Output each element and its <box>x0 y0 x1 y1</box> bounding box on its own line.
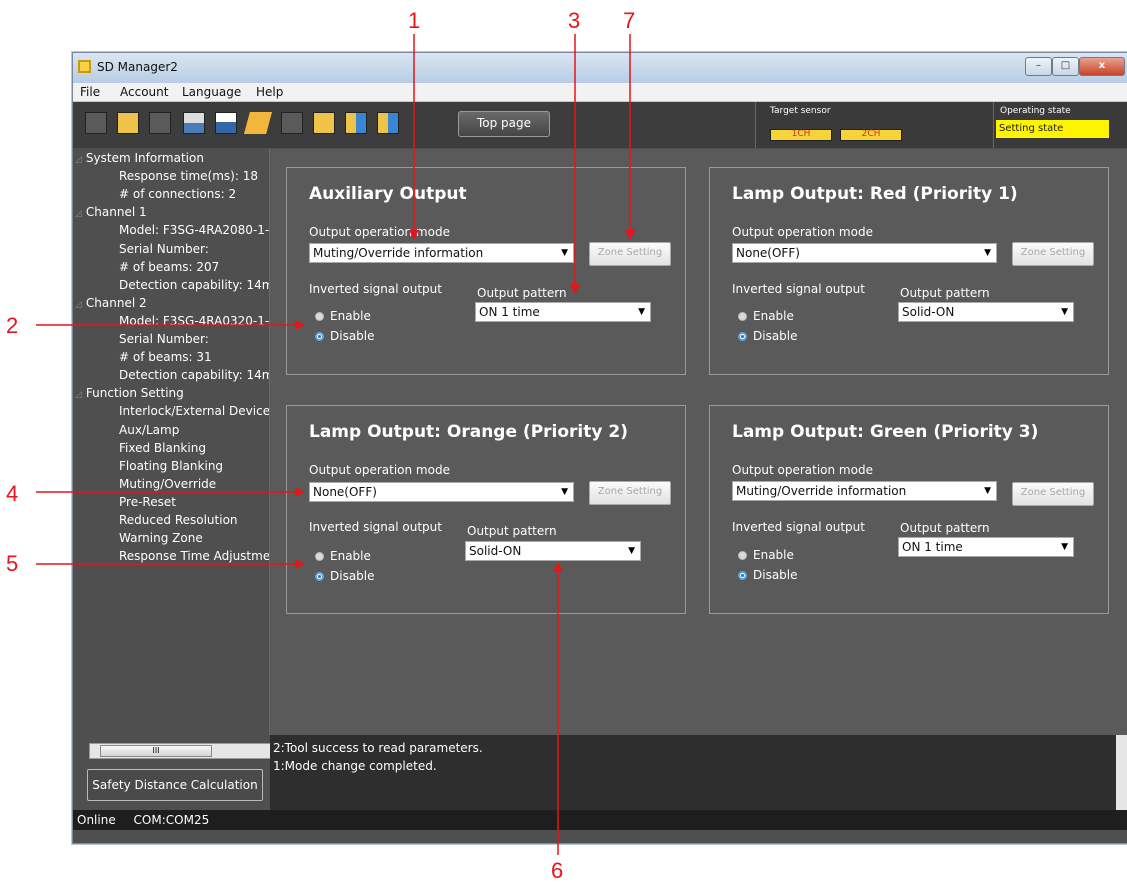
callout-arrows <box>36 34 635 855</box>
